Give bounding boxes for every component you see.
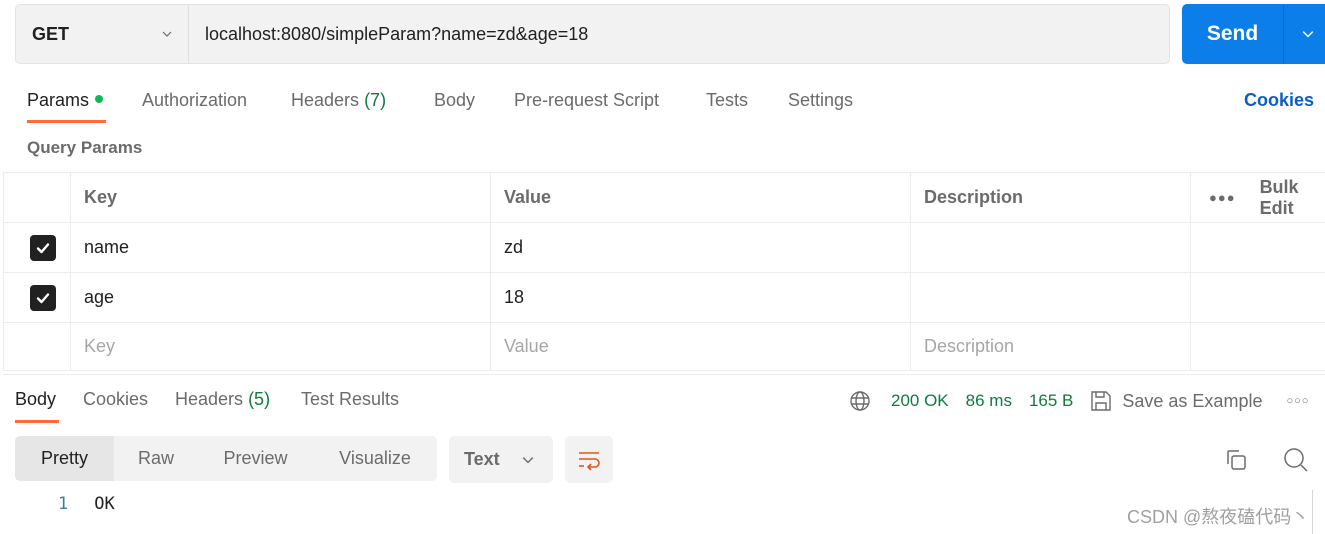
- method-select[interactable]: GET: [16, 5, 189, 63]
- response-status-bar: 200 OK 86 ms 165 B Save as Example ○○○: [849, 389, 1309, 413]
- query-params-table: Key Value Description ●●● Bulk Edit name…: [3, 172, 1325, 371]
- response-tab-cookies[interactable]: Cookies: [83, 389, 148, 410]
- column-header-description: Description: [911, 173, 1191, 222]
- watermark: CSDN @熬夜磕代码丶: [1127, 507, 1310, 527]
- response-time[interactable]: 86 ms: [966, 391, 1012, 411]
- table-header-row: Key Value Description ●●● Bulk Edit: [4, 173, 1325, 223]
- column-header-value: Value: [491, 173, 911, 222]
- row-check-cell: [4, 323, 71, 370]
- tab-label: Headers: [291, 90, 360, 110]
- row-extra-cell: [1191, 223, 1325, 272]
- response-tab-headers[interactable]: Headers (5): [175, 389, 270, 410]
- send-options-button[interactable]: [1284, 28, 1325, 40]
- status-code[interactable]: 200 OK: [891, 391, 949, 411]
- response-tab-test-results[interactable]: Test Results: [301, 389, 399, 410]
- new-value-input[interactable]: Value: [491, 323, 911, 370]
- row-extra-cell: [1191, 323, 1325, 370]
- copy-icon[interactable]: [1224, 448, 1248, 472]
- param-value-input[interactable]: zd: [491, 223, 911, 272]
- response-view-toggle: Pretty Raw Preview Visualize: [15, 436, 437, 481]
- column-header-key: Key: [71, 173, 491, 222]
- chevron-down-icon: [162, 31, 172, 37]
- view-raw-button[interactable]: Raw: [114, 436, 198, 481]
- table-row: name zd: [4, 223, 1325, 273]
- new-key-input[interactable]: Key: [71, 323, 491, 370]
- method-label: GET: [32, 23, 70, 44]
- header-check-cell: [4, 173, 71, 222]
- header-actions: ●●● Bulk Edit: [1191, 173, 1325, 222]
- send-button[interactable]: Send: [1182, 22, 1283, 46]
- search-icon[interactable]: [1283, 447, 1309, 473]
- param-key-input[interactable]: name: [71, 223, 491, 272]
- format-select[interactable]: Text: [449, 436, 553, 483]
- request-tabs: Params Authorization Headers (7) Body Pr…: [27, 82, 1325, 124]
- save-as-example-button[interactable]: Save as Example: [1090, 390, 1262, 412]
- request-bar: GET localhost:8080/simpleParam?name=zd&a…: [15, 4, 1170, 64]
- row-check-cell: [4, 273, 71, 322]
- chevron-down-icon: [1302, 31, 1314, 38]
- tab-params[interactable]: Params: [27, 90, 104, 111]
- tab-label: Params: [27, 90, 90, 110]
- tab-tests[interactable]: Tests: [706, 90, 748, 111]
- more-options-icon[interactable]: ●●●: [1209, 190, 1236, 205]
- table-row: age 18: [4, 273, 1325, 323]
- tab-pre-request-script[interactable]: Pre-request Script: [514, 90, 659, 111]
- param-description-input[interactable]: [911, 273, 1191, 322]
- response-size[interactable]: 165 B: [1029, 391, 1073, 411]
- tab-headers[interactable]: Headers (7): [291, 90, 386, 111]
- save-as-example-label: Save as Example: [1122, 390, 1263, 411]
- view-preview-button[interactable]: Preview: [198, 436, 313, 481]
- active-tab-underline: [15, 420, 59, 423]
- bulk-edit-button[interactable]: Bulk Edit: [1260, 177, 1325, 219]
- save-icon: [1091, 391, 1112, 411]
- row-check-cell: [4, 223, 71, 272]
- headers-count: (7): [364, 90, 387, 110]
- response-body-line: 1 OK: [58, 494, 115, 514]
- row-checkbox[interactable]: [30, 234, 56, 261]
- more-options-icon[interactable]: ○○○: [1286, 395, 1309, 407]
- chevron-down-icon: [522, 456, 533, 463]
- send-button-group: Send: [1182, 4, 1325, 64]
- tab-label: Headers: [175, 389, 244, 409]
- response-tabs: Body Cookies Headers (5) Test Results: [15, 389, 715, 429]
- url-input[interactable]: localhost:8080/simpleParam?name=zd&age=1…: [189, 24, 1169, 45]
- watermark-divider: [1312, 490, 1313, 534]
- active-tab-underline: [27, 120, 106, 123]
- format-label: Text: [464, 449, 500, 469]
- line-text: OK: [94, 494, 115, 514]
- param-description-input[interactable]: [911, 223, 1191, 272]
- line-number: 1: [58, 494, 69, 514]
- tab-settings[interactable]: Settings: [788, 90, 853, 111]
- tab-body[interactable]: Body: [434, 90, 475, 111]
- checkmark-icon: [36, 242, 50, 253]
- pane-divider[interactable]: [3, 374, 1325, 375]
- wrap-lines-icon: [579, 451, 600, 471]
- row-extra-cell: [1191, 273, 1325, 322]
- cookies-link[interactable]: Cookies: [1244, 90, 1314, 111]
- wrap-lines-button[interactable]: [565, 436, 613, 483]
- query-params-title: Query Params: [27, 138, 143, 157]
- globe-icon[interactable]: [849, 390, 871, 412]
- view-pretty-button[interactable]: Pretty: [15, 436, 114, 481]
- checkmark-icon: [36, 292, 50, 303]
- row-checkbox[interactable]: [30, 284, 56, 311]
- param-value-input[interactable]: 18: [491, 273, 911, 322]
- response-tab-body[interactable]: Body: [15, 389, 56, 410]
- view-visualize-button[interactable]: Visualize: [313, 436, 437, 481]
- tab-authorization[interactable]: Authorization: [142, 90, 247, 111]
- response-headers-count: (5): [248, 389, 271, 409]
- params-active-dot-icon: [95, 95, 104, 104]
- param-key-input[interactable]: age: [71, 273, 491, 322]
- table-row-new: Key Value Description: [4, 323, 1325, 371]
- new-description-input[interactable]: Description: [911, 323, 1191, 370]
